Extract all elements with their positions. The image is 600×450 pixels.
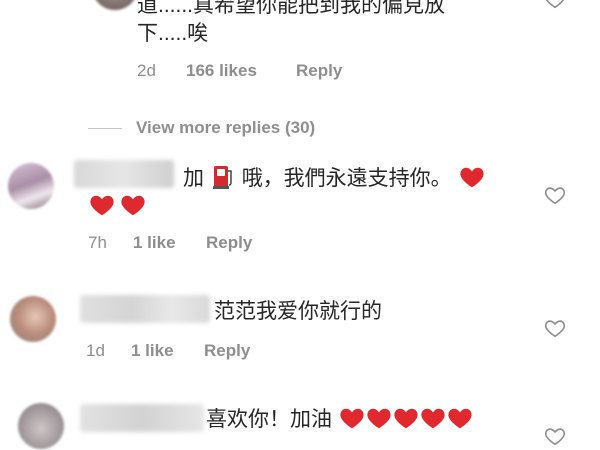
comment-2-reply-button[interactable]: Reply xyxy=(204,341,250,361)
avatar-comment-0[interactable] xyxy=(92,0,138,10)
fuel-pump-emoji xyxy=(212,166,232,189)
red-heart-emoji xyxy=(121,195,146,216)
username-blurred-2[interactable] xyxy=(80,295,210,323)
red-heart-emoji xyxy=(394,408,418,429)
red-heart-emoji xyxy=(367,408,391,429)
comment-2-likes[interactable]: 1 like xyxy=(131,341,174,361)
comment-1-time: 7h xyxy=(88,233,107,252)
comment-1-text-pre: 加 xyxy=(183,167,204,190)
comment-0-text-line-1: 道......真希望你能把到我的偏見放 xyxy=(137,0,446,17)
comment-2-time: 1d xyxy=(86,341,105,360)
comment-1-reply-button[interactable]: Reply xyxy=(206,233,252,253)
comment-0-reply-button[interactable]: Reply xyxy=(296,61,342,81)
heart-outline-icon[interactable] xyxy=(544,425,566,447)
username-blurred-3[interactable] xyxy=(80,404,204,432)
heart-outline-icon[interactable] xyxy=(544,184,566,206)
view-more-replies-button[interactable]: View more replies (30) xyxy=(136,118,315,138)
avatar-comment-3[interactable] xyxy=(18,403,64,449)
comment-0-time: 2d xyxy=(137,61,156,80)
comment-1-likes[interactable]: 1 like xyxy=(133,233,176,253)
username-blurred-1[interactable] xyxy=(74,160,174,188)
avatar-comment-2[interactable] xyxy=(10,296,56,342)
comment-1-text-post: 哦，我們永遠支持你。 xyxy=(241,167,452,190)
red-heart-emoji xyxy=(340,408,364,429)
comment-1-text: 加 哦，我們永遠支持你。 xyxy=(183,164,485,193)
comment-3-text: 喜欢你！加油 xyxy=(206,405,473,434)
replies-divider xyxy=(88,128,122,129)
comment-0-likes[interactable]: 166 likes xyxy=(186,61,257,81)
avatar-comment-1[interactable] xyxy=(8,163,54,209)
red-heart-emoji xyxy=(448,408,472,429)
comment-1-hearts-line-2 xyxy=(88,192,146,218)
comment-0-text-line-2: 下.....唉 xyxy=(137,22,209,45)
red-heart-emoji xyxy=(90,195,114,216)
heart-outline-icon[interactable] xyxy=(544,317,566,339)
red-heart-emoji xyxy=(421,408,445,429)
comment-2-text: 范范我爱你就行的 xyxy=(214,300,382,323)
red-heart-emoji xyxy=(459,167,484,188)
heart-outline-icon[interactable] xyxy=(544,0,566,10)
comment-3-text-content: 喜欢你！加油 xyxy=(206,408,332,431)
